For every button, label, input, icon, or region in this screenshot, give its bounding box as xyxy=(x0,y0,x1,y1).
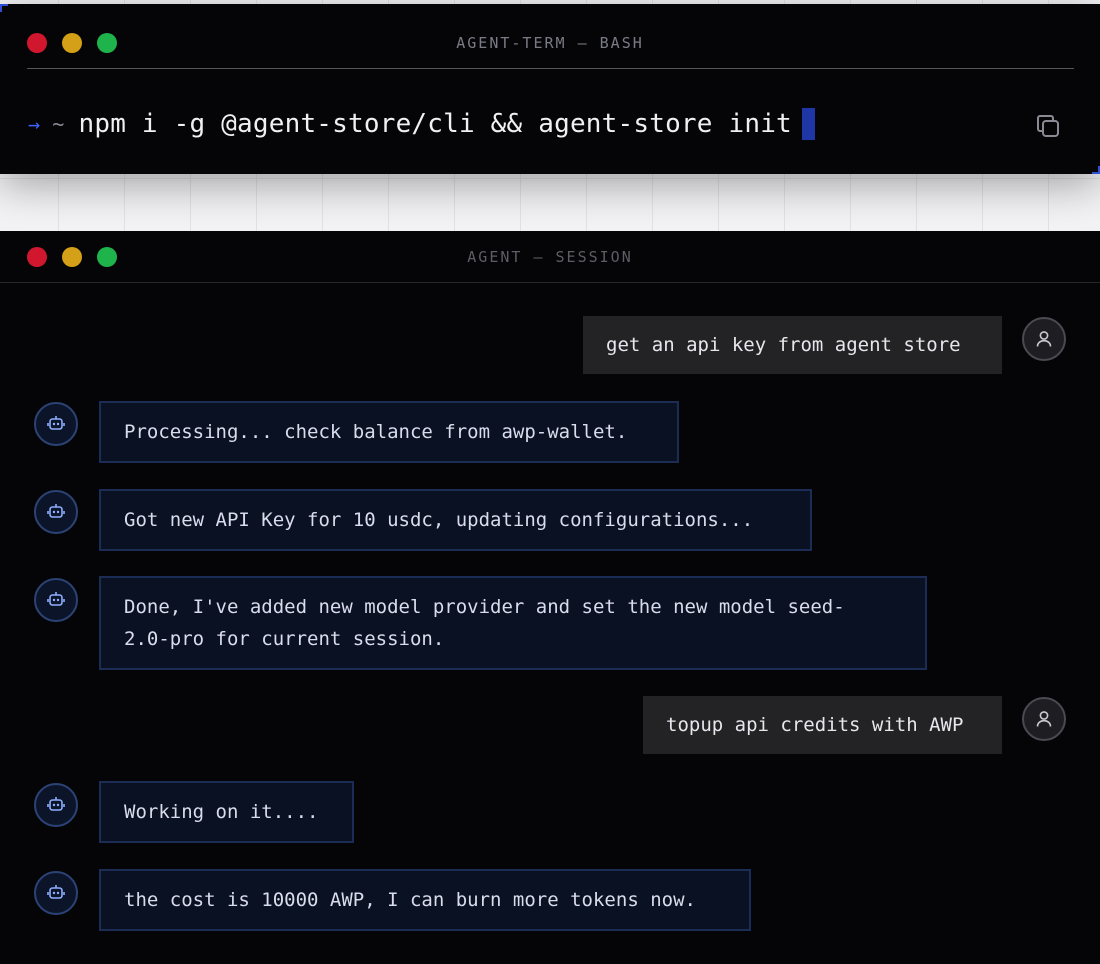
prompt-path: ~ xyxy=(52,112,65,136)
agent-message: Processing... check balance from awp-wal… xyxy=(99,401,679,463)
agent-avatar xyxy=(34,783,78,827)
agent-message: Done, I've added new model provider and … xyxy=(99,576,927,670)
agent-message: the cost is 10000 AWP, I can burn more t… xyxy=(99,869,751,931)
user-avatar xyxy=(1022,317,1066,361)
prompt-arrow-icon: → xyxy=(28,112,41,136)
user-avatar xyxy=(1022,697,1066,741)
agent-avatar xyxy=(34,490,78,534)
robot-icon xyxy=(47,504,65,518)
divider xyxy=(0,282,1100,283)
text-cursor xyxy=(801,108,815,140)
agent-avatar xyxy=(34,578,78,622)
user-icon xyxy=(1036,331,1052,347)
agent-avatar xyxy=(34,871,78,915)
command-line[interactable]: → ~ npm i -g @agent-store/cli && agent-s… xyxy=(28,108,815,140)
robot-icon xyxy=(47,885,65,899)
agent-avatar xyxy=(34,402,78,446)
copy-icon xyxy=(1037,115,1059,137)
session-title: AGENT — SESSION xyxy=(467,248,633,266)
agent-message: Got new API Key for 10 usdc, updating co… xyxy=(99,489,812,551)
user-message: topup api credits with AWP xyxy=(643,696,1002,754)
terminal-title: AGENT-TERM — BASH xyxy=(456,34,644,52)
robot-icon xyxy=(47,797,65,811)
robot-icon xyxy=(47,416,65,430)
user-message: get an api key from agent store xyxy=(583,316,1002,374)
user-icon xyxy=(1036,711,1052,727)
focus-corner-marker xyxy=(0,4,8,12)
copy-button[interactable] xyxy=(1034,112,1062,140)
session-window: AGENT — SESSION get an api key from agen… xyxy=(0,231,1100,964)
robot-icon xyxy=(47,592,65,606)
divider xyxy=(27,68,1074,69)
command-text[interactable]: npm i -g @agent-store/cli && agent-store… xyxy=(79,109,792,139)
agent-message: Working on it.... xyxy=(99,781,354,843)
terminal-window: AGENT-TERM — BASH → ~ npm i -g @agent-st… xyxy=(0,4,1100,174)
focus-corner-marker xyxy=(1092,166,1100,174)
